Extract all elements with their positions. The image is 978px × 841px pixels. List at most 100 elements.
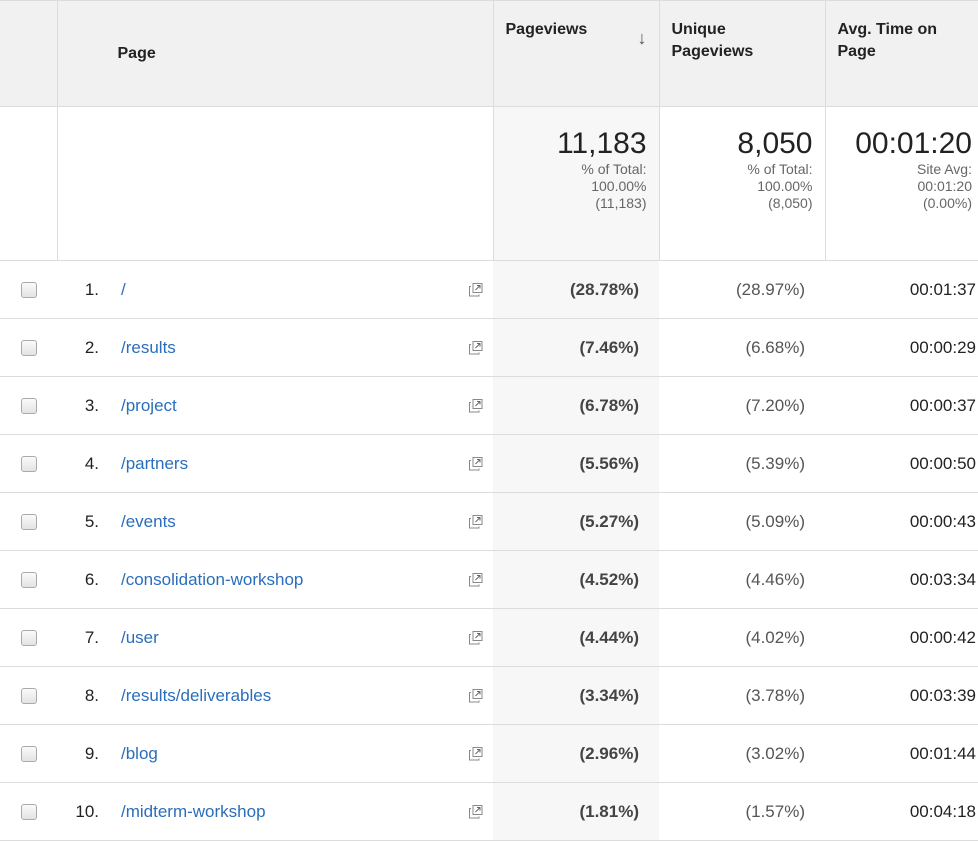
row-number: 3. [84,395,99,415]
row-checkbox[interactable] [20,456,37,473]
table-row: 1. / (28.78%) (28.97%) 00:01:37 [0,260,978,319]
summary-page-blank [57,106,494,261]
row-unique-pageviews: (6.68%) [659,318,825,377]
header-unique-pageviews[interactable]: Unique Pageviews [659,0,826,107]
row-pageviews: (4.52%) [493,550,659,609]
row-pageviews: (28.78%) [493,260,659,319]
data-rows: 1. / (28.78%) (28.97%) 00:01:37 2. /result… [0,260,978,841]
row-number: 2. [84,337,99,357]
open-external-icon[interactable] [468,572,483,587]
row-avg-time: 00:00:29 [825,318,978,377]
open-external-icon[interactable] [468,804,483,819]
row-number: 7. [84,627,99,647]
row-avg-time: 00:00:42 [825,608,978,667]
row-checkbox[interactable] [20,398,37,415]
row-number: 1. [84,279,99,299]
row-checkbox[interactable] [20,746,37,763]
row-checkbox[interactable] [20,514,37,531]
row-checkbox-cell [0,434,57,493]
summary-row: 11,183 % of Total: 100.00% (11,183) 8,05… [0,106,978,261]
row-checkbox-cell [0,260,57,319]
row-page-link[interactable]: /project [121,396,177,415]
table-row: 5. /events (5.27%) (5.09%) 00:00:43 [0,492,978,551]
row-pageviews: (5.27%) [493,492,659,551]
table-row: 10. /midterm-workshop (1.81%) (1.57%) 00:… [0,782,978,841]
open-external-icon[interactable] [468,746,483,761]
row-pageviews: (7.46%) [493,318,659,377]
row-avg-time: 00:04:18 [825,782,978,841]
row-page-link[interactable]: /midterm-workshop [121,802,266,821]
row-page-link[interactable]: /consolidation-workshop [121,570,303,589]
row-number: 4. [84,453,99,473]
row-unique-pageviews: (3.78%) [659,666,825,725]
summary-avg-time-value: 00:01:20 [855,127,972,160]
row-checkbox[interactable] [20,804,37,821]
row-checkbox-cell [0,492,57,551]
table-row: 7. /user (4.44%) (4.02%) 00:00:42 [0,608,978,667]
row-checkbox-cell [0,318,57,377]
row-avg-time: 00:03:39 [825,666,978,725]
row-page-cell: 10. /midterm-workshop [57,782,493,841]
row-page-cell: 1. / [57,260,493,319]
row-pageviews: (2.96%) [493,724,659,783]
row-checkbox[interactable] [20,340,37,357]
table-row: 6. /consolidation-workshop (4.52%) (4.46%… [0,550,978,609]
open-external-icon[interactable] [468,456,483,471]
row-page-cell: 4. /partners [57,434,493,493]
table-row: 4. /partners (5.56%) (5.39%) 00:00:50 [0,434,978,493]
row-page-link[interactable]: /user [121,628,159,647]
row-checkbox-cell [0,724,57,783]
row-page-cell: 2. /results [57,318,493,377]
row-checkbox[interactable] [20,572,37,589]
summary-pageviews: 11,183 % of Total: 100.00% (11,183) [493,106,660,261]
summary-avg-time: 00:01:20 Site Avg: 00:01:20 (0.00%) [825,106,978,261]
row-page-cell: 9. /blog [57,724,493,783]
open-external-icon[interactable] [468,630,483,645]
row-unique-pageviews: (1.57%) [659,782,825,841]
header-avg-time-on-page[interactable]: Avg. Time on Page [825,0,978,107]
row-number: 5. [84,511,99,531]
row-checkbox-cell [0,550,57,609]
header-page[interactable]: Page [57,0,494,107]
table-row: 9. /blog (2.96%) (3.02%) 00:01:44 [0,724,978,783]
header-pageviews[interactable]: Pageviews ↓ [493,0,660,107]
open-external-icon[interactable] [468,688,483,703]
row-unique-pageviews: (4.46%) [659,550,825,609]
row-page-cell: 8. /results/deliverables [57,666,493,725]
table-row: 3. /project (6.78%) (7.20%) 00:00:37 [0,376,978,435]
header-checkbox-column [0,0,58,107]
open-external-icon[interactable] [468,340,483,355]
row-avg-time: 00:00:37 [825,376,978,435]
row-checkbox[interactable] [20,630,37,647]
row-number: 9. [84,743,99,763]
open-external-icon[interactable] [468,398,483,413]
row-page-link[interactable]: /results [121,338,176,357]
row-checkbox-cell [0,608,57,667]
row-pageviews: (1.81%) [493,782,659,841]
summary-pageviews-value: 11,183 [556,127,647,160]
open-external-icon[interactable] [468,282,483,297]
row-pageviews: (5.56%) [493,434,659,493]
row-checkbox[interactable] [20,282,37,299]
row-checkbox-cell [0,376,57,435]
row-page-link[interactable]: /events [121,512,176,531]
row-page-cell: 5. /events [57,492,493,551]
row-checkbox[interactable] [20,688,37,705]
row-avg-time: 00:00:50 [825,434,978,493]
sort-down-arrow-icon[interactable]: ↓ [638,27,647,49]
row-page-link[interactable]: / [121,280,126,299]
row-avg-time: 00:00:43 [825,492,978,551]
row-unique-pageviews: (4.02%) [659,608,825,667]
row-page-cell: 6. /consolidation-workshop [57,550,493,609]
row-avg-time: 00:01:37 [825,260,978,319]
row-page-link[interactable]: /results/deliverables [121,686,271,705]
open-external-icon[interactable] [468,514,483,529]
row-page-link[interactable]: /blog [121,744,158,763]
row-unique-pageviews: (7.20%) [659,376,825,435]
summary-blank [0,106,58,261]
row-page-cell: 3. /project [57,376,493,435]
row-page-cell: 7. /user [57,608,493,667]
row-pageviews: (3.34%) [493,666,659,725]
summary-unique-pageviews-value: 8,050 [737,127,813,160]
row-page-link[interactable]: /partners [121,454,188,473]
